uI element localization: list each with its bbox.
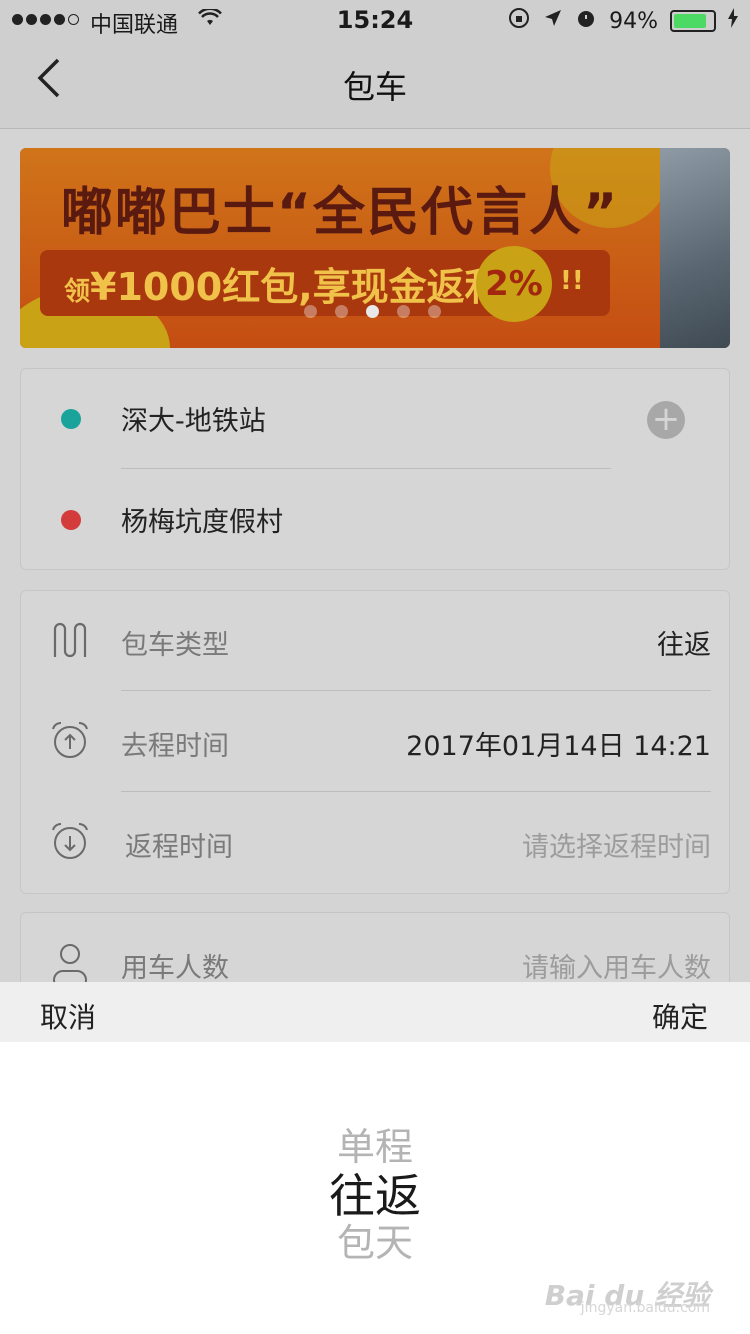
start-location-dot-icon	[61, 409, 81, 429]
picker-option-full-day[interactable]: 包天	[0, 1212, 750, 1267]
watermark-url: jingyan.baidu.com	[580, 1300, 710, 1316]
banner-exclaim: !!	[560, 266, 584, 296]
divider	[121, 791, 711, 792]
battery-icon	[670, 10, 716, 32]
location-arrow-icon	[543, 8, 563, 34]
status-bar: 中国联通 15:24 94%	[0, 0, 750, 40]
banner-headline: 嘟嘟巴士“全民代言人”	[60, 183, 620, 243]
orientation-lock-icon	[507, 6, 531, 36]
route-card: 深大-地铁站 + 杨梅坑度假村	[20, 368, 730, 570]
pager-dot[interactable]	[304, 305, 317, 318]
alarm-clock-up-icon	[49, 719, 91, 761]
cancel-button[interactable]: 取消	[40, 996, 96, 1036]
passenger-count-label: 用车人数	[121, 953, 229, 984]
divider	[121, 690, 711, 691]
divider	[121, 468, 611, 469]
alarm-icon	[575, 7, 597, 35]
pager-dot[interactable]	[428, 305, 441, 318]
person-icon	[49, 941, 91, 990]
alarm-clock-down-icon	[49, 820, 91, 862]
banner-subtitle: 领¥1000红包,享现金返利	[64, 265, 503, 309]
charging-icon	[728, 8, 738, 34]
promo-banner[interactable]: 嘟嘟巴士“全民代言人” 领¥1000红包,享现金返利 2% !!	[20, 148, 730, 348]
trip-type-value[interactable]: 往返	[657, 623, 711, 662]
banner-page-indicator[interactable]	[304, 305, 441, 318]
depart-time-value[interactable]: 2017年01月14日 14:21	[406, 724, 711, 763]
return-time-field[interactable]: 请选择返程时间	[522, 825, 711, 864]
route-type-icon	[49, 619, 91, 661]
pager-dot[interactable]	[397, 305, 410, 318]
end-location-dot-icon	[61, 510, 81, 530]
navigation-bar: 包车	[0, 40, 750, 129]
start-location-field[interactable]: 深大-地铁站	[121, 399, 266, 438]
picker-toolbar: 取消 确定	[0, 982, 750, 1042]
trip-info-card: 包车类型 往返 去程时间 2017年01月14日 14:21 返程时间 请选择返…	[20, 590, 730, 894]
confirm-button[interactable]: 确定	[652, 996, 708, 1036]
passenger-count-input[interactable]: 请输入用车人数	[522, 946, 711, 985]
trip-type-label: 包车类型	[121, 630, 229, 661]
banner-photo	[660, 148, 730, 348]
banner-percent-badge: 2%	[476, 246, 552, 322]
page-title: 包车	[342, 68, 407, 106]
pager-dot[interactable]	[366, 305, 379, 318]
pager-dot[interactable]	[335, 305, 348, 318]
end-location-field[interactable]: 杨梅坑度假村	[121, 500, 283, 539]
battery-percent: 94%	[609, 8, 658, 34]
depart-time-label: 去程时间	[121, 731, 229, 762]
return-time-label: 返程时间	[125, 832, 233, 863]
passenger-count-card: 用车人数 请输入用车人数	[20, 912, 730, 993]
add-waypoint-button[interactable]: +	[647, 401, 685, 439]
